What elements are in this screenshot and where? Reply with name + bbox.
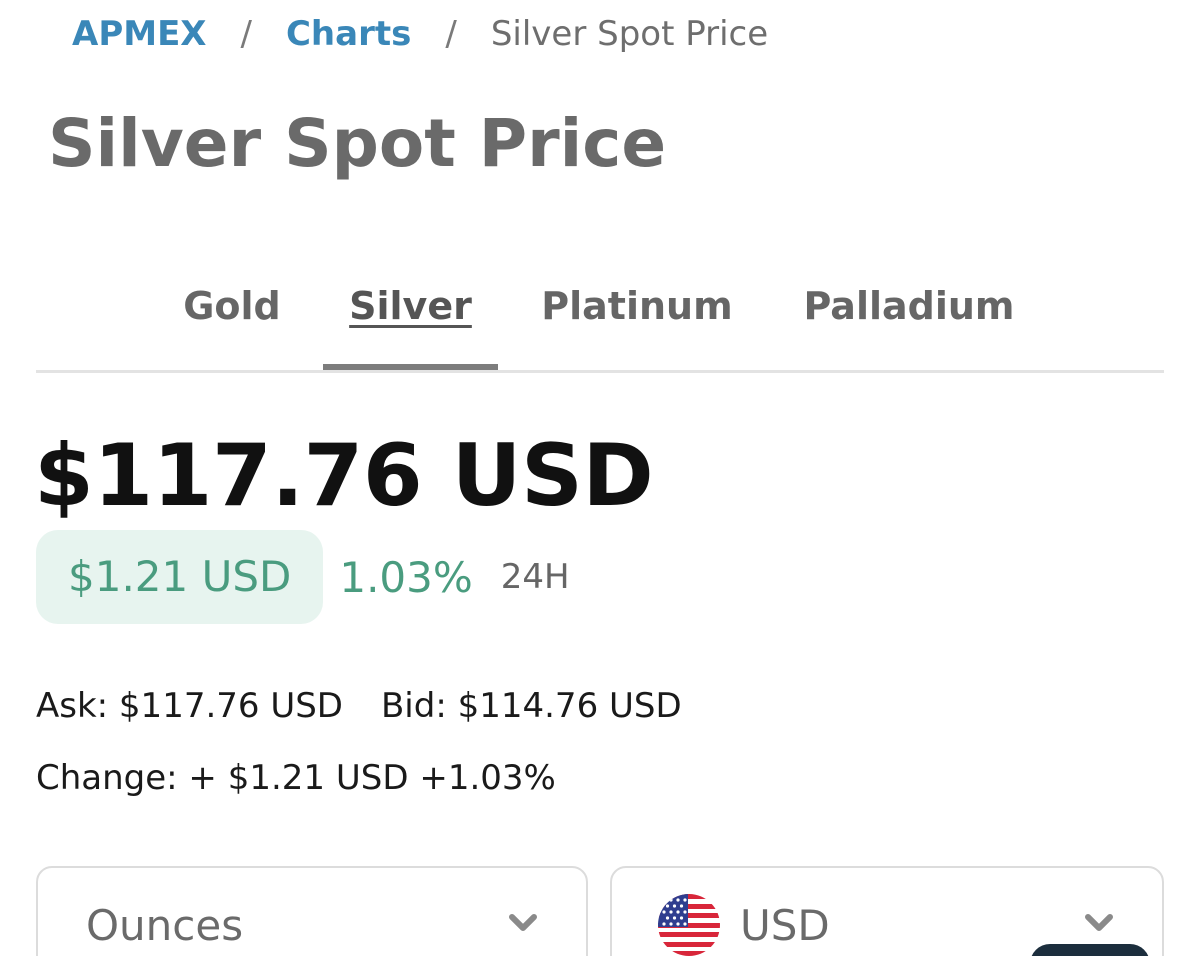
tab-platinum[interactable]: Platinum — [532, 276, 742, 370]
breadcrumb-link-charts[interactable]: Charts — [286, 10, 411, 58]
tab-silver[interactable]: Silver — [323, 276, 498, 370]
tab-palladium[interactable]: Palladium — [796, 276, 1022, 370]
floating-action-button[interactable] — [1030, 944, 1150, 956]
chevron-down-icon — [1084, 908, 1114, 938]
ask-price: Ask: $117.76 USD — [36, 686, 343, 726]
breadcrumb-separator: / — [240, 14, 252, 54]
spot-price: $117.76 USD — [34, 426, 654, 526]
price-change-row: $1.21 USD 1.03% 24H — [36, 530, 570, 624]
change-percent: 1.03% — [339, 552, 473, 602]
change-amount-badge: $1.21 USD — [36, 530, 324, 624]
currency-select[interactable]: USD — [610, 866, 1164, 956]
tab-gold[interactable]: Gold — [176, 276, 288, 370]
breadcrumb-link-apmex[interactable]: APMEX — [72, 10, 207, 58]
ask-bid-row: Ask: $117.76 USD Bid: $114.76 USD — [36, 682, 682, 730]
unit-select[interactable]: Ounces — [36, 866, 588, 956]
change-period: 24H — [500, 557, 570, 597]
breadcrumb-current: Silver Spot Price — [490, 14, 769, 54]
unit-select-value: Ounces — [86, 901, 244, 950]
page-title: Silver Spot Price — [48, 105, 667, 182]
change-summary: Change: + $1.21 USD +1.03% — [36, 758, 556, 798]
currency-select-value: USD — [740, 901, 830, 950]
breadcrumb-separator: / — [445, 14, 457, 54]
us-flag-icon — [658, 894, 720, 956]
chevron-down-icon — [508, 908, 538, 938]
metal-tabs: Gold Silver Platinum Palladium — [36, 276, 1164, 373]
bid-price: Bid: $114.76 USD — [380, 686, 682, 726]
page: APMEX / Charts / Silver Spot Price Silve… — [0, 0, 1200, 956]
breadcrumb: APMEX / Charts / Silver Spot Price — [72, 10, 768, 58]
